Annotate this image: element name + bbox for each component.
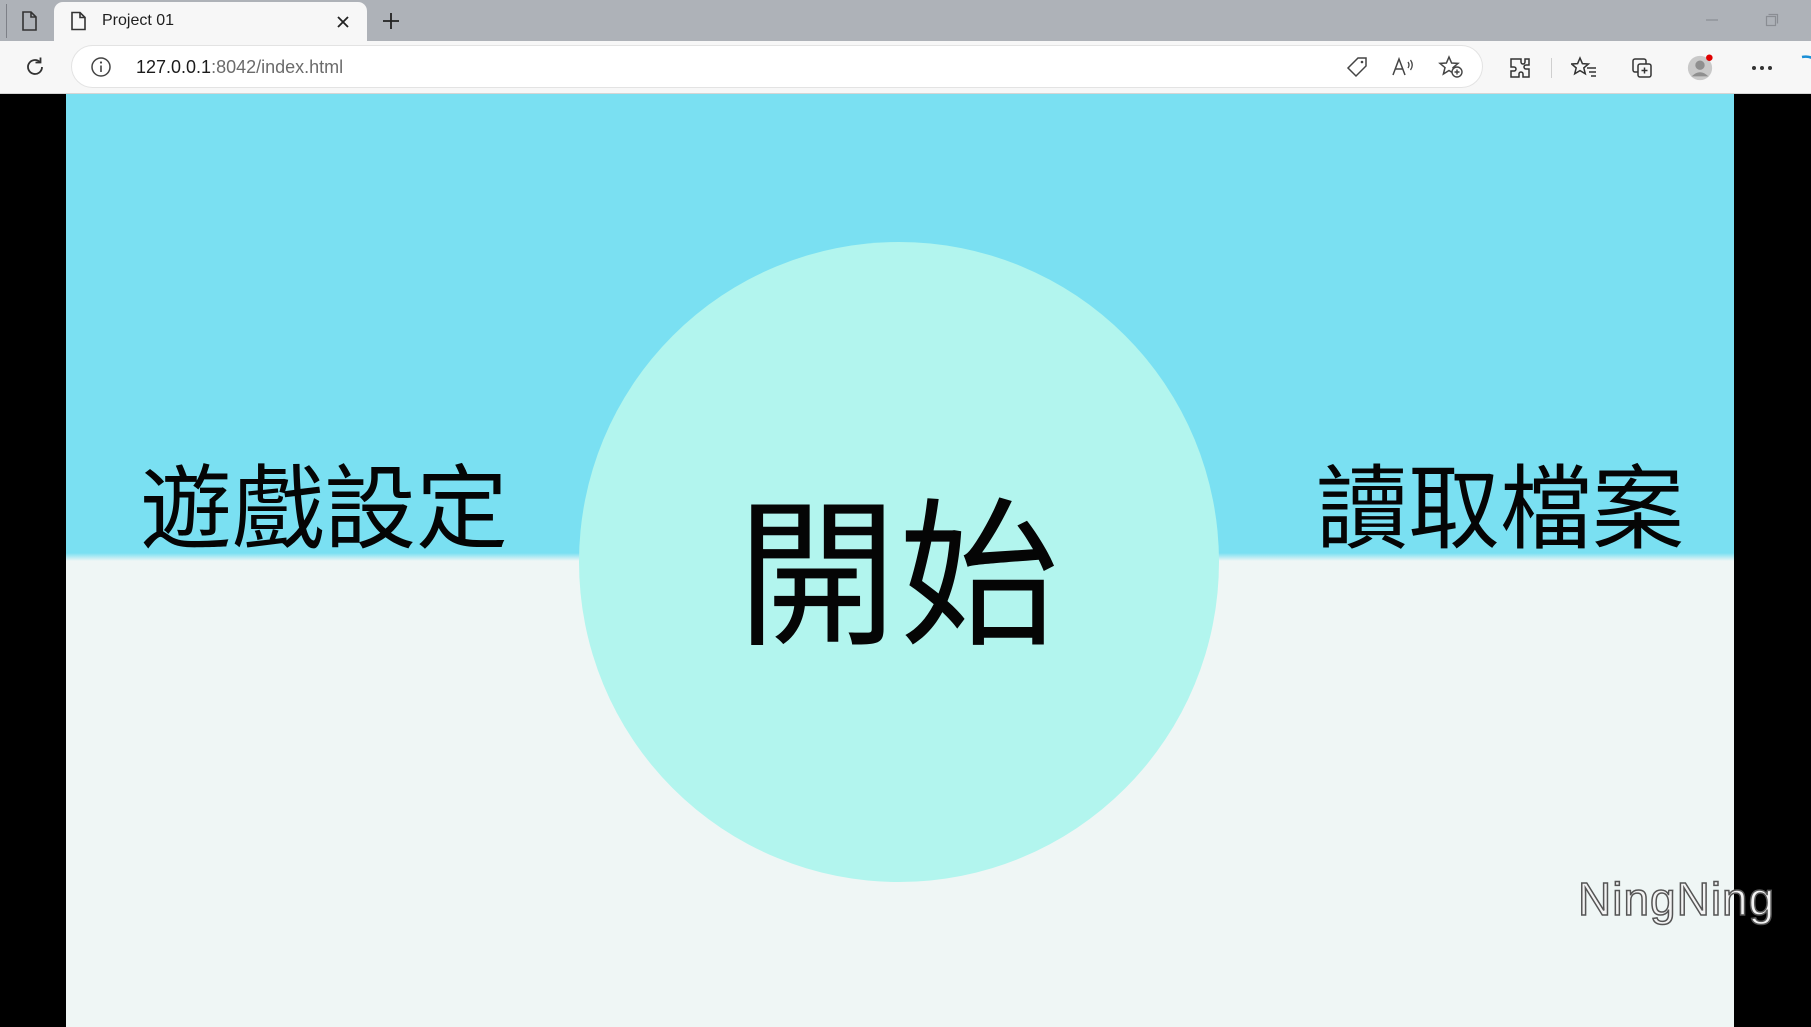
tab-strip: Project 01	[0, 0, 1811, 41]
info-icon	[91, 57, 111, 77]
tag-button[interactable]	[1344, 55, 1370, 79]
toolbar-separator	[1551, 58, 1552, 78]
game-stage: 遊戲設定 讀取檔案 開始	[66, 94, 1734, 1027]
close-icon	[337, 16, 349, 28]
reload-button[interactable]	[20, 52, 50, 82]
site-info-button[interactable]	[90, 56, 112, 78]
profile-icon	[1687, 54, 1713, 81]
address-bar[interactable]: 127.0.0.1:8042/index.html	[72, 46, 1482, 87]
copilot-button[interactable]	[1796, 53, 1811, 83]
watermark: NingNing	[1577, 872, 1776, 926]
url-path: :8042/index.html	[211, 57, 344, 77]
load-file-button[interactable]: 讀取檔案	[1316, 464, 1684, 556]
collections-button[interactable]	[1628, 54, 1656, 82]
read-aloud-button[interactable]	[1390, 55, 1416, 79]
game-settings-button[interactable]: 遊戲設定	[140, 464, 508, 556]
minimize-icon	[1706, 19, 1718, 21]
page-viewport: 遊戲設定 讀取檔案 開始	[0, 94, 1811, 1027]
favorites-icon	[1571, 56, 1596, 77]
url-text[interactable]: 127.0.0.1:8042/index.html	[136, 57, 343, 78]
start-label: 開始	[736, 483, 1061, 670]
add-favorite-button[interactable]	[1438, 55, 1464, 79]
extensions-icon	[1510, 58, 1530, 78]
start-button[interactable]: 開始	[579, 242, 1219, 882]
add-favorite-icon	[1438, 55, 1463, 78]
close-tab-button[interactable]	[332, 11, 354, 33]
favorites-button[interactable]	[1570, 54, 1598, 82]
restore-button[interactable]	[1760, 8, 1784, 32]
read-aloud-icon	[1392, 56, 1413, 76]
profile-button[interactable]	[1686, 54, 1714, 82]
tag-icon	[1346, 57, 1367, 78]
page-icon	[22, 11, 37, 31]
copilot-icon	[1801, 55, 1811, 59]
tab-title: Project 01	[102, 12, 175, 29]
tab-project-01[interactable]: Project 01	[54, 2, 367, 41]
page-icon	[71, 11, 86, 31]
new-tab-button[interactable]	[376, 6, 406, 36]
restore-icon	[1765, 13, 1779, 27]
browser-toolbar: 127.0.0.1:8042/index.html	[0, 41, 1811, 94]
collections-icon	[1632, 58, 1652, 78]
minimize-button[interactable]	[1700, 8, 1724, 32]
reload-icon	[27, 57, 43, 75]
more-icon	[1752, 66, 1772, 70]
browser-window: Project 01 127.0.0.1:8042/index.html 遊戲設…	[0, 0, 1811, 1027]
extensions-button[interactable]	[1506, 54, 1534, 82]
tab-actions-button[interactable]	[6, 4, 51, 38]
plus-icon	[383, 13, 399, 29]
more-button[interactable]	[1748, 54, 1776, 82]
url-host: 127.0.0.1	[136, 57, 212, 77]
